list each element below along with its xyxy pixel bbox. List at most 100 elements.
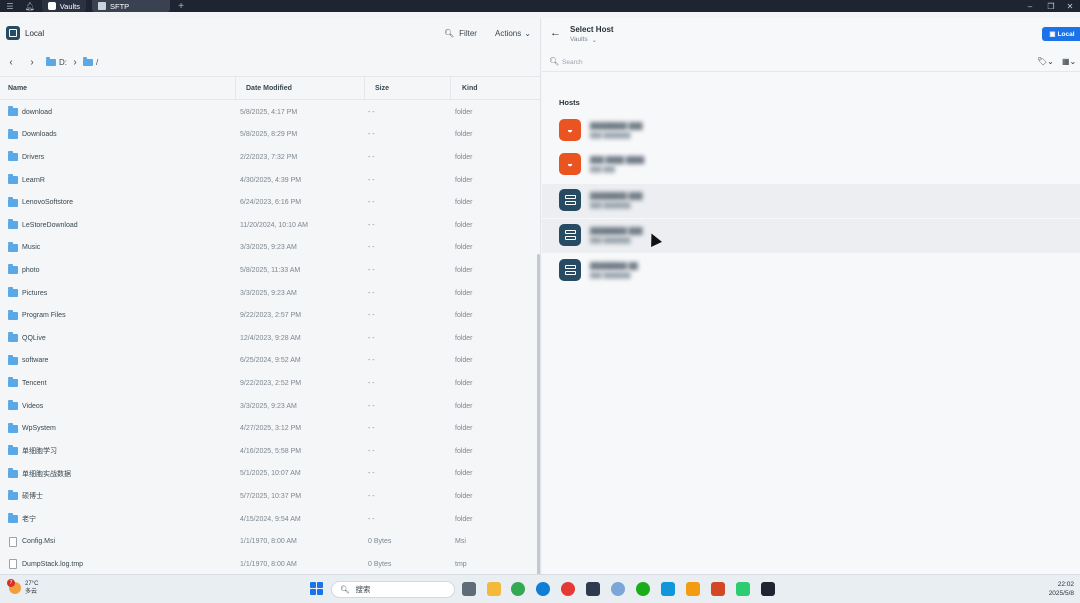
weather-widget[interactable]: 7 27°C 多云 (7, 579, 38, 596)
file-name-cell: Videos (8, 395, 234, 418)
new-tab-icon[interactable]: + (176, 0, 186, 12)
search-icon: 🔍︎ (444, 28, 455, 38)
table-row[interactable]: QQLive 12/4/2023, 9:28 AM - - folder (0, 327, 536, 350)
kind-cell: folder (455, 108, 473, 116)
edge-icon[interactable] (536, 582, 550, 596)
back-arrow-icon[interactable]: ‹ (5, 55, 17, 69)
table-row[interactable]: Program Files 9/22/2023, 2:57 PM - - folder (0, 304, 536, 327)
minimize-icon[interactable]: – (1020, 0, 1040, 12)
host-address: ███ ███ (590, 167, 615, 173)
powerpoint-icon[interactable] (711, 582, 725, 596)
wechat-icon[interactable] (636, 582, 650, 596)
feishu-icon[interactable] (661, 582, 675, 596)
file-name: Music (22, 244, 41, 252)
table-row[interactable]: 老宁 4/15/2024, 9:54 AM - - folder (0, 508, 536, 531)
file-name-cell: Config.Msi (8, 530, 234, 553)
date-modified-cell: 3/3/2025, 9:23 AM (240, 244, 297, 252)
table-row[interactable]: Tencent 9/22/2023, 2:52 PM - - folder (0, 372, 536, 395)
scrollbar[interactable] (537, 254, 540, 574)
host-item[interactable]: ◒ ███ ████ ████ ███ ███ (542, 148, 1080, 182)
breadcrumb: ‹ › D: › / (0, 54, 540, 70)
screen-recorder-icon[interactable] (736, 582, 750, 596)
date-modified-cell: 3/3/2025, 9:23 AM (240, 402, 297, 410)
column-name[interactable]: Name (0, 77, 236, 99)
date-modified-cell: 1/1/1970, 8:00 AM (240, 560, 297, 568)
table-row[interactable]: Pictures 3/3/2025, 9:23 AM - - folder (0, 282, 536, 305)
host-item[interactable]: ████████ ██ ███ ███████ (542, 254, 1080, 288)
breadcrumb-root[interactable]: / (83, 56, 98, 68)
table-row[interactable]: Drivers 2/2/2023, 7:32 PM - - folder (0, 146, 536, 169)
filter-button[interactable]: 🔍︎ Filter (444, 27, 477, 39)
path-separator: / (96, 57, 99, 67)
kind-cell: folder (455, 312, 473, 320)
table-row[interactable]: WpSystem 4/27/2025, 3:12 PM - - folder (0, 417, 536, 440)
breadcrumb-drive[interactable]: D: (46, 56, 67, 68)
column-size[interactable]: Size (365, 77, 451, 99)
date-modified-cell: 5/8/2025, 8:29 PM (240, 131, 298, 139)
date-modified-cell: 4/27/2025, 3:12 PM (240, 425, 302, 433)
tab-sftp[interactable]: SFTP (92, 0, 170, 12)
host-item[interactable]: ████████ ███ ███ ███████ (542, 184, 1080, 218)
table-row[interactable]: Videos 3/3/2025, 9:23 AM - - folder (0, 395, 536, 418)
close-icon[interactable]: ✕ (1060, 0, 1080, 12)
kind-cell: folder (455, 153, 473, 161)
vault-selector[interactable]: Vaults ⌄ (570, 36, 597, 44)
table-row[interactable]: 单细胞实战数据 5/1/2025, 10:07 AM - - folder (0, 463, 536, 486)
bell-icon[interactable]: 🔔︎ (24, 0, 36, 12)
date-modified-cell: 11/20/2024, 10:10 AM (240, 221, 308, 229)
date-modified-cell: 6/24/2023, 6:16 PM (240, 199, 302, 207)
ubuntu-icon: ◒ (559, 119, 581, 141)
table-row[interactable]: software 6/25/2024, 9:52 AM - - folder (0, 350, 536, 373)
tab-vaults[interactable]: Vaults (42, 0, 86, 12)
actions-button[interactable]: Actions ⌄ (495, 27, 531, 39)
chevron-right-icon: › (73, 56, 77, 68)
back-arrow-icon[interactable]: ← (550, 27, 561, 39)
host-item[interactable]: ████████ ███ ███ ███████ (542, 219, 1080, 253)
app-icon[interactable] (686, 582, 700, 596)
file-explorer-icon[interactable] (487, 582, 501, 596)
windows-start-icon[interactable] (310, 582, 323, 595)
file-name: photo (22, 266, 40, 274)
system-clock[interactable]: 22:02 2025/5/8 (1036, 580, 1074, 598)
column-date-modified[interactable]: Date Modified (236, 77, 365, 99)
table-row[interactable]: 硕博士 5/7/2025, 10:37 PM - - folder (0, 485, 536, 508)
size-cell: - - (368, 176, 375, 184)
table-row[interactable]: Downloads 5/8/2025, 8:29 PM - - folder (0, 124, 536, 147)
table-row[interactable]: DumpStack.log.tmp 1/1/1970, 8:00 AM 0 Byte… (0, 553, 536, 574)
netease-music-icon[interactable] (561, 582, 575, 596)
host-item[interactable]: ◒ ████████ ███ ███ ███████ (542, 114, 1080, 148)
termius-icon[interactable] (761, 582, 775, 596)
table-row[interactable]: 单细胞学习 4/16/2025, 5:58 PM - - folder (0, 440, 536, 463)
chrome-icon[interactable] (511, 582, 525, 596)
table-row[interactable]: LenovoSoftstore 6/24/2023, 6:16 PM - - fold… (0, 191, 536, 214)
menu-icon[interactable]: ☰ (4, 0, 16, 12)
table-row[interactable]: Config.Msi 1/1/1970, 8:00 AM 0 Bytes Msi (0, 530, 536, 553)
app-icon[interactable] (611, 582, 625, 596)
size-cell: 0 Bytes (368, 538, 392, 546)
table-row[interactable]: LearnR 4/30/2025, 4:39 PM - - folder (0, 169, 536, 192)
file-name-cell: LeStoreDownload (8, 214, 234, 237)
file-name-cell: Drivers (8, 146, 234, 169)
clock-time: 22:02 (1057, 581, 1074, 588)
table-row[interactable]: download 5/8/2025, 4:17 PM - - folder (0, 101, 536, 124)
view-toggle-icon[interactable]: ▦⌄ (1062, 57, 1076, 66)
size-cell: - - (368, 425, 375, 433)
task-view-icon[interactable] (462, 582, 476, 596)
local-button[interactable]: ▣ Local (1042, 27, 1080, 41)
restore-icon[interactable]: ❐ (1041, 0, 1061, 12)
terminal-app-icon[interactable] (586, 582, 600, 596)
search-input[interactable] (562, 56, 1002, 68)
date-modified-cell: 1/1/1970, 8:00 AM (240, 538, 297, 546)
taskbar-search[interactable]: 🔍︎ 搜索 (331, 581, 455, 598)
table-row[interactable]: photo 5/8/2025, 11:33 AM - - folder (0, 259, 536, 282)
kind-cell: folder (455, 425, 473, 433)
page-title: Select Host (570, 25, 614, 34)
column-kind[interactable]: Kind (451, 77, 540, 99)
file-name: 老宁 (22, 516, 36, 524)
tag-icon[interactable]: 🏷︎⌄ (1037, 57, 1054, 66)
file-name: download (22, 108, 52, 116)
forward-arrow-icon[interactable]: › (26, 55, 38, 69)
folder-icon (8, 445, 18, 456)
table-row[interactable]: LeStoreDownload 11/20/2024, 10:10 AM - - fo… (0, 214, 536, 237)
table-row[interactable]: Music 3/3/2025, 9:23 AM - - folder (0, 237, 536, 260)
